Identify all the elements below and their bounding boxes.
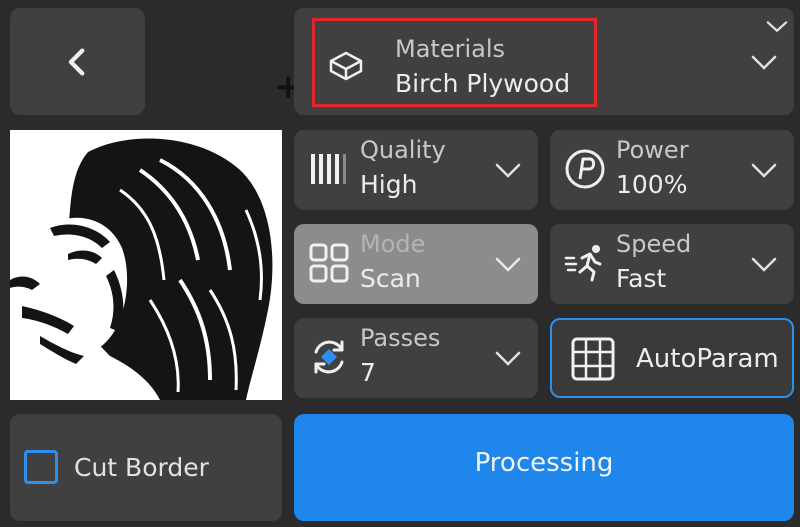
- speed-selector[interactable]: Speed Fast: [550, 224, 794, 304]
- cut-border-checkbox[interactable]: [24, 450, 58, 484]
- autoparam-button[interactable]: AutoParam: [550, 318, 794, 398]
- quality-label: Quality: [360, 136, 446, 164]
- quality-bars-icon: [311, 154, 346, 184]
- materials-selector[interactable]: Materials Birch Plywood: [294, 8, 794, 115]
- cut-border-option[interactable]: Cut Border: [10, 414, 282, 521]
- mode-label: Mode: [360, 230, 426, 258]
- power-label: Power: [616, 136, 689, 164]
- passes-value: 7: [360, 358, 376, 387]
- autoparam-label: AutoParam: [636, 344, 779, 374]
- quality-selector[interactable]: Quality High: [294, 130, 538, 210]
- speed-label: Speed: [616, 230, 692, 258]
- grid-mode-icon: [309, 243, 349, 283]
- power-icon: [565, 149, 605, 189]
- chevron-left-icon: [68, 48, 84, 75]
- grid-icon: [571, 337, 615, 381]
- chevron-down-icon: [495, 351, 521, 366]
- mode-value: Scan: [360, 264, 421, 293]
- quality-value: High: [360, 170, 418, 199]
- materials-highlight: Materials Birch Plywood: [312, 18, 597, 107]
- back-button[interactable]: [10, 8, 145, 115]
- power-value: 100%: [616, 170, 688, 199]
- materials-label: Materials: [395, 35, 506, 63]
- speed-value: Fast: [616, 264, 667, 293]
- materials-value: Birch Plywood: [395, 69, 571, 98]
- lion-head-image: [10, 130, 282, 400]
- passes-selector[interactable]: Passes 7: [294, 318, 538, 398]
- chevron-down-icon: [751, 257, 777, 272]
- passes-label: Passes: [360, 324, 441, 352]
- chevron-down-icon[interactable]: [766, 20, 788, 34]
- passes-cycle-icon: [314, 340, 344, 374]
- processing-button[interactable]: Processing: [294, 414, 794, 521]
- chevron-down-icon: [495, 163, 521, 178]
- chevron-down-icon: [751, 163, 777, 178]
- chevron-down-icon: [495, 257, 521, 272]
- material-box-icon: [329, 51, 363, 81]
- mode-selector[interactable]: Mode Scan: [294, 224, 538, 304]
- chevron-down-icon: [751, 55, 777, 70]
- cut-border-label: Cut Border: [74, 453, 209, 482]
- power-selector[interactable]: Power 100%: [550, 130, 794, 210]
- speed-runner-icon: [564, 245, 602, 282]
- image-preview[interactable]: [10, 130, 282, 400]
